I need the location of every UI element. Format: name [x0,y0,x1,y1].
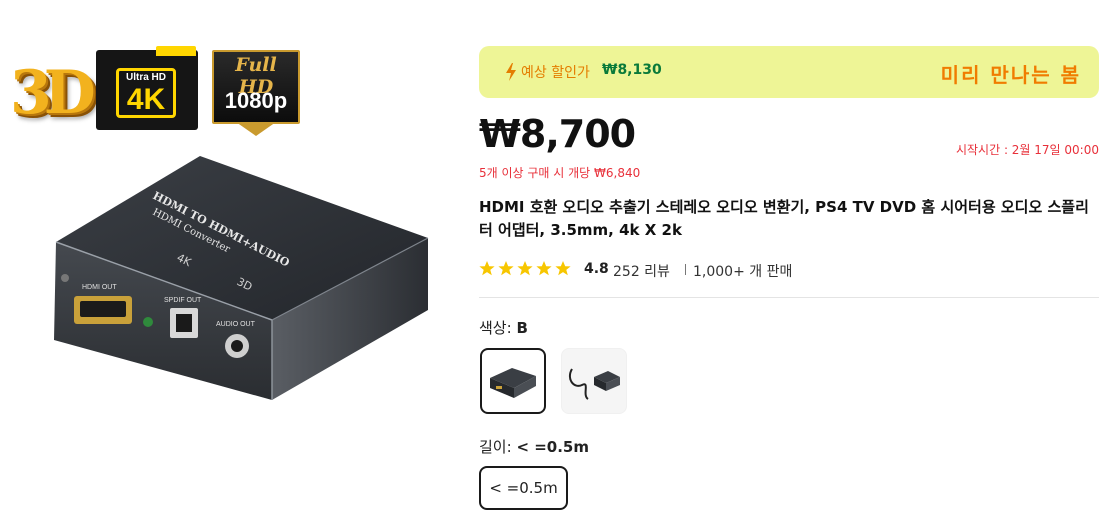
selected-color-value: B [516,319,528,337]
port-spdif-label: SPDIF OUT [164,297,202,304]
ultra-hd-4k-badge-icon: Ultra HD 4K [96,46,198,130]
discount-price-label: 예상 할인가 [521,65,590,81]
rating-score: 4.8 [584,261,609,277]
1080p-label: 1080p [224,88,288,113]
length-option-label: 길이: < =0.5m [479,438,589,456]
promo-banner[interactable]: 예상 할인가 ₩8,130 미리 만나는 봄 [479,46,1099,98]
bulk-discount-note: 5개 이상 구매 시 개당 ₩6,840 [479,166,641,180]
full-hd-badge-icon: Full HD 1080p [212,50,300,136]
sale-start-time: 시작시간 : 2월 17일 00:00 [955,143,1099,157]
current-price: ₩8,700 [479,112,636,156]
converter-with-cable-thumbnail [568,368,620,400]
sold-count: 1,000+ 개 판매 [693,264,793,280]
color-option-label: 색상: B [479,319,528,337]
3d-badge-icon: 3D [10,58,96,128]
color-swatch-a[interactable] [561,348,627,414]
star-rating-icon [479,261,571,276]
4k-label: 4K [126,83,166,116]
discount-price-value: ₩8,130 [602,62,662,78]
converter-thumbnail [490,368,536,398]
length-option-button[interactable]: < =0.5m [479,466,568,510]
product-image-area[interactable]: 3D Ultra HD 4K Full HD 1080p HDMI TO HDM… [0,0,460,500]
separator [685,264,686,275]
review-count-link[interactable]: 252 리뷰 [613,261,670,281]
divider [479,297,1099,298]
product-title: HDMI 호환 오디오 추출기 스테레오 오디오 변환기, PS4 TV DVD… [479,198,1089,239]
port-audio-label: AUDIO OUT [216,321,256,328]
port-hdmi-label: HDMI OUT [82,284,117,291]
selected-length-value: < =0.5m [516,438,589,456]
campaign-title: 미리 만나는 봄 [940,63,1081,87]
ultra-hd-label: Ultra HD [125,72,166,83]
product-photo: HDMI TO HDMI+AUDIO HDMI Converter 4K 3D … [54,156,429,400]
color-swatch-b[interactable] [480,348,546,414]
lightning-icon [506,63,516,81]
